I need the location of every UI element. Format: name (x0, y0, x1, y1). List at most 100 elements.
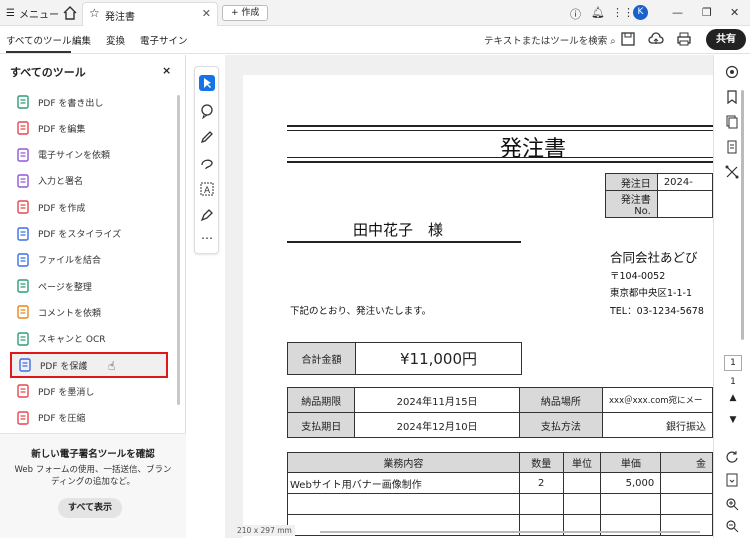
panel-scrollbar[interactable] (177, 95, 180, 405)
zoom-in-icon[interactable] (725, 497, 739, 511)
order-info-table: 発注日 2024- 発注書No. (605, 173, 713, 218)
ai-assistant-icon[interactable] (725, 65, 739, 79)
organize-pages-icon (17, 279, 29, 293)
document-properties-icon[interactable] (725, 140, 739, 154)
edit-pdf-icon (17, 121, 29, 135)
print-icon[interactable] (676, 31, 692, 47)
tab-all-tools[interactable]: すべてのツール (6, 33, 72, 53)
method-value: 銀行振込 (602, 412, 713, 438)
home-icon[interactable] (62, 5, 78, 21)
tab-edit[interactable]: 編集 (72, 33, 91, 47)
promo-heading: 新しい電子署名ツールを確認 (31, 449, 155, 460)
page-down-icon[interactable]: ▼ (724, 415, 742, 425)
main-toolbar: すべてのツール 編集 変換 電子サイン テキストまたはツールを検索 ⌕ 共有 (0, 26, 750, 54)
request-comments-icon (17, 305, 29, 320)
tab-convert[interactable]: 変換 (106, 33, 125, 47)
zoom-out-icon[interactable] (725, 519, 739, 533)
page-number-input[interactable]: 1 (724, 355, 742, 371)
document-tab[interactable]: ☆ 発注書 ✕ (82, 2, 218, 26)
extract-page-icon[interactable] (725, 473, 739, 487)
freehand-icon[interactable] (199, 155, 215, 171)
pen-icon[interactable] (199, 129, 215, 145)
search-tools[interactable]: テキストまたはツールを検索 ⌕ (484, 33, 616, 47)
company-address: 東京都中央区1-1-1 (610, 288, 692, 299)
terms-table: 納品期限 2024年11月15日 納品場所 xxx＠xxx.com宛にメー 支払… (286, 387, 713, 438)
stylize-pdf-icon (17, 226, 29, 241)
sign-icon[interactable] (199, 207, 215, 223)
tool-item[interactable]: PDF を書き出し (10, 89, 168, 115)
table-row: Webサイト用バナー画像制作 2 5,000 (287, 472, 713, 494)
tab-title: 発注書 (105, 12, 135, 23)
apps-grid-icon[interactable]: ⋮⋮ (612, 6, 634, 19)
close-tab-icon[interactable]: ✕ (202, 7, 211, 20)
page-up-icon[interactable]: ▲ (724, 393, 742, 403)
close-window-icon[interactable]: ✕ (730, 6, 739, 19)
tool-label: ページを整理 (38, 282, 92, 293)
pdf-page: 発注書 発注日 2024- 発注書No. 田中花子 様 合同会社あどび 〒104-… (243, 75, 713, 538)
tool-item[interactable]: PDF を編集 (10, 115, 168, 141)
rotate-icon[interactable] (725, 450, 739, 464)
right-rail: 1 1 ▲ ▼ (713, 55, 750, 538)
tool-item[interactable]: スキャンと OCR (10, 326, 168, 352)
horizontal-scrollbar[interactable] (320, 531, 700, 533)
promo-description: Web フォームの使用、一括送信、ブランディングの追加など。 (14, 465, 172, 487)
items-header-unit: 単位 (562, 452, 602, 473)
company-tel: TEL：03-1234-5678 (610, 306, 704, 317)
tool-item[interactable]: コメントを依頼 (10, 299, 168, 325)
page-size-label: 210 x 297 mm (234, 525, 295, 536)
tool-item[interactable]: 電子サインを依頼 (10, 142, 168, 168)
tool-label: PDF をスタイライズ (38, 230, 122, 240)
more-options-icon[interactable]: ⋯ (199, 231, 215, 247)
panel-title: すべてのツール (10, 66, 86, 79)
protect-pdf-icon (19, 358, 31, 372)
search-icon: ⌕ (610, 36, 616, 47)
vertical-scrollbar[interactable] (741, 90, 744, 340)
tool-item[interactable]: ページを整理 (10, 273, 168, 299)
show-all-button[interactable]: すべて表示 (58, 498, 122, 518)
order-date-value: 2024- (656, 173, 713, 191)
hamburger-icon: ☰ (6, 8, 15, 19)
all-tools-panel: すべてのツール × PDF を書き出し PDF を編集電子サインを依頼 入力と署名 P… (0, 55, 186, 538)
title-bar: ☰ メニュー ☆ 発注書 ✕ + 作成 ⓘ 🔔︎ ⋮⋮ K — ❐ ✕ (0, 0, 750, 26)
company-zip: 〒104-0052 (610, 271, 666, 282)
total-label: 合計金額 (287, 342, 356, 375)
payment-label: 支払期日 (286, 412, 356, 438)
tool-label: PDF を作成 (38, 203, 86, 214)
menu-button[interactable]: ☰ メニュー (6, 6, 59, 21)
tool-item[interactable]: PDF を作成 (10, 194, 168, 220)
bookmark-icon[interactable] (725, 90, 739, 104)
link-tools-icon[interactable] (725, 165, 739, 179)
items-table: 業務内容 数量 単位 単価 金 Webサイト用バナー画像制作 2 5,000 (287, 452, 713, 536)
item-description: Webサイト用バナー画像制作 (287, 472, 520, 494)
total-table: 合計金額 ¥11,000円 (287, 342, 522, 375)
help-icon[interactable]: ⓘ (570, 6, 581, 22)
tool-item[interactable]: 入力と署名 (10, 168, 168, 194)
tool-label: PDF を書き出し (38, 98, 104, 109)
save-icon[interactable] (620, 31, 636, 47)
minimize-icon[interactable]: — (672, 6, 683, 19)
tool-item[interactable]: ファイルを結合 (10, 247, 168, 273)
pages-icon[interactable] (725, 115, 739, 129)
document-viewer[interactable]: 発注書 発注日 2024- 発注書No. 田中花子 様 合同会社あどび 〒104-… (225, 55, 713, 538)
star-icon[interactable]: ☆ (89, 6, 100, 20)
tool-item[interactable]: PDF を保護 ☝ (10, 352, 168, 378)
cloud-upload-icon[interactable] (648, 31, 664, 47)
tool-label: PDF を編集 (38, 124, 86, 135)
select-cursor-icon[interactable] (199, 75, 215, 91)
scan-ocr-icon (17, 331, 29, 346)
restore-icon[interactable]: ❐ (702, 6, 712, 19)
tool-label: PDF を保護 (40, 361, 88, 372)
tool-item[interactable]: PDF を墨消し (10, 378, 168, 404)
avatar[interactable]: K (633, 5, 648, 20)
comment-icon[interactable] (199, 103, 215, 119)
tab-e-signature[interactable]: 電子サイン (140, 33, 188, 47)
tool-item[interactable]: PDF をスタイライズ (10, 221, 168, 247)
notification-bell-icon[interactable]: 🔔︎ (591, 6, 605, 19)
items-header-quantity: 数量 (518, 452, 564, 473)
close-panel-icon[interactable]: × (162, 64, 171, 77)
tool-item[interactable]: PDF を圧縮 (10, 405, 168, 431)
create-button[interactable]: + 作成 (222, 5, 269, 21)
share-button[interactable]: 共有 (706, 29, 746, 50)
place-label: 納品場所 (518, 387, 604, 413)
text-box-icon[interactable]: A (199, 181, 215, 197)
